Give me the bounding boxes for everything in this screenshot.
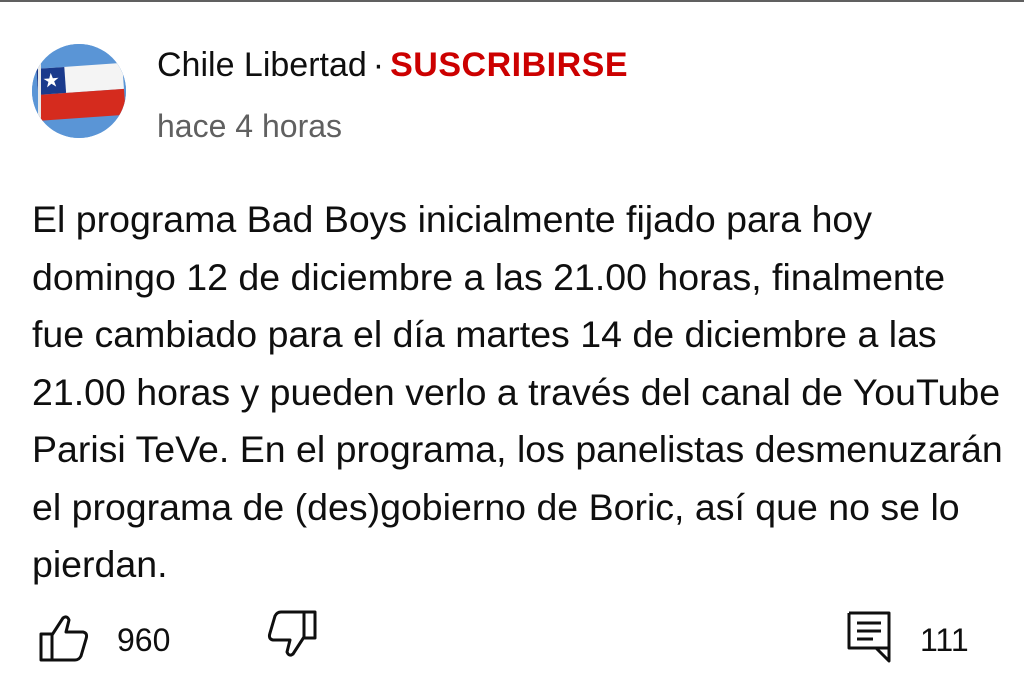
channel-name[interactable]: Chile Libertad [157, 46, 367, 84]
thumbs-up-icon[interactable] [38, 614, 90, 667]
thumbs-down-icon[interactable] [266, 610, 318, 663]
chile-flag-icon [32, 44, 126, 138]
reply-count[interactable]: 111 [920, 620, 969, 660]
channel-avatar[interactable] [32, 44, 126, 138]
comment-header: Chile Libertad · SUSCRIBIRSE [157, 44, 628, 86]
comment-body: El programa Bad Boys inicialmente fijado… [32, 198, 1003, 585]
top-divider [0, 0, 1024, 2]
comment-icon[interactable] [846, 610, 892, 669]
separator-dot: · [372, 46, 385, 84]
channel-line: Chile Libertad · SUSCRIBIRSE [157, 44, 628, 86]
subscribe-button[interactable]: SUSCRIBIRSE [390, 46, 628, 84]
like-count: 960 [117, 622, 171, 658]
comment-timestamp: hace 4 horas [157, 108, 343, 144]
comment-actions: 960 111 [0, 608, 1024, 672]
